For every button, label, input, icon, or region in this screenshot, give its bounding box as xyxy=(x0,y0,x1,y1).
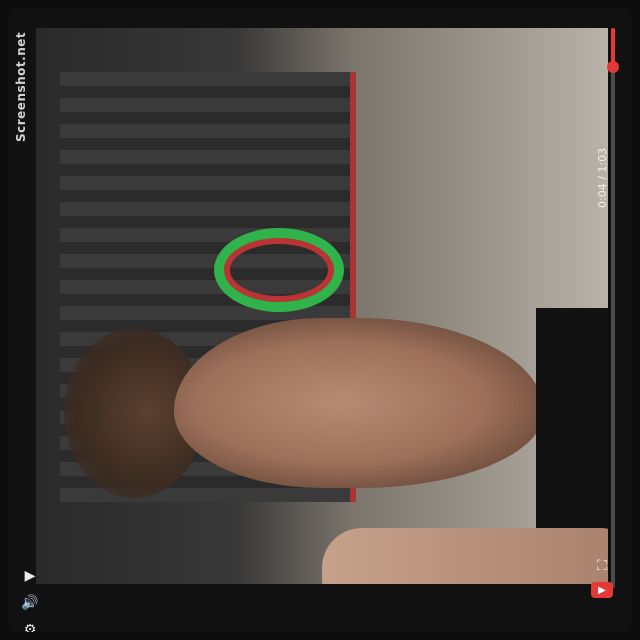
time-current: 0:04 xyxy=(596,183,609,208)
volume-icon[interactable]: 🔊 xyxy=(21,595,38,611)
time-total: 1:03 xyxy=(596,147,609,173)
play-icon[interactable]: ▶ xyxy=(22,568,38,584)
green-ring-object xyxy=(214,228,344,312)
progress-knob[interactable] xyxy=(607,61,619,74)
video-frame: Screenshot.net ▶ 🔊 ⚙ 0:04 / 1:03 ⛶ ▶ xyxy=(8,8,632,632)
face-area xyxy=(174,318,544,488)
video-surface[interactable] xyxy=(36,28,608,584)
left-controls: ▶ 🔊 ⚙ xyxy=(18,568,42,632)
time-display: 0:04 / 1:03 xyxy=(596,88,614,208)
settings-icon[interactable]: ⚙ xyxy=(22,622,38,632)
youtube-icon[interactable]: ▶ xyxy=(591,582,613,598)
fullscreen-icon[interactable]: ⛶ xyxy=(594,558,610,574)
hand-area xyxy=(322,528,608,584)
right-controls: 0:04 / 1:03 ⛶ ▶ xyxy=(591,18,622,632)
time-separator: / xyxy=(596,172,609,180)
watermark-text: Screenshot.net xyxy=(14,31,28,142)
right-icon-stack: ⛶ ▶ xyxy=(588,558,616,632)
